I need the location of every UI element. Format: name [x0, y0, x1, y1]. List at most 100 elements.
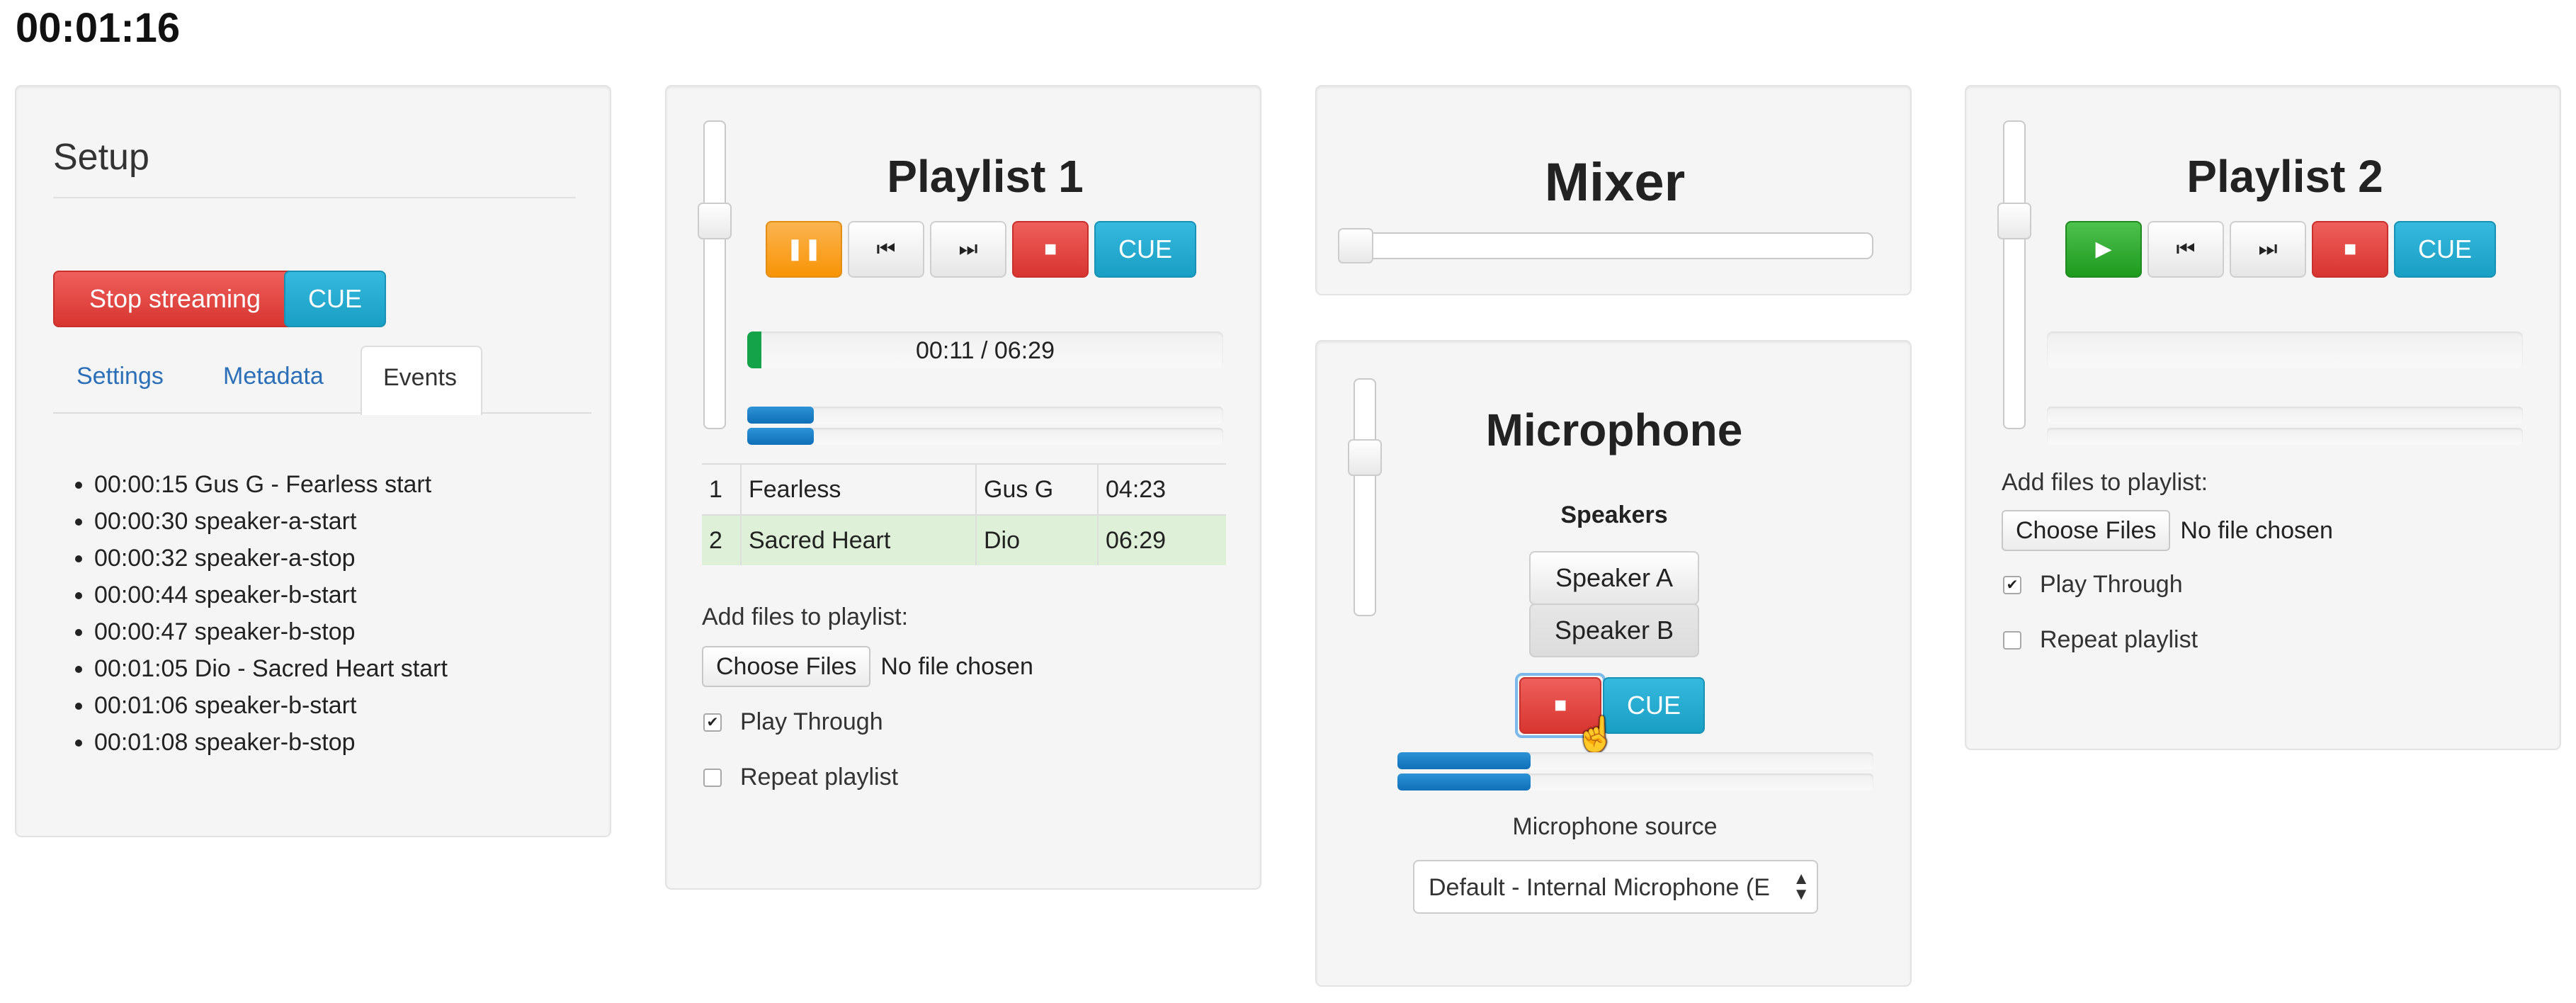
playlist-2-repeat-option[interactable]: Repeat playlist — [2003, 626, 2198, 654]
level-meter-fill — [747, 407, 815, 424]
playlist-1-panel: Playlist 1 ❚❚ ⏮ ⏭ ■ CUE 00:11 / 06:29 1 … — [665, 85, 1261, 890]
repeat-playlist-checkbox[interactable] — [703, 768, 722, 787]
playlist-2-panel: Playlist 2 ▶ ⏮ ⏭ ■ CUE Add files to play… — [1965, 85, 2561, 750]
playlist-2-stop-button[interactable]: ■ — [2312, 221, 2388, 278]
playlist-1-file-picker: Choose Files No file chosen — [702, 646, 1033, 687]
playlist-1-stop-button[interactable]: ■ — [1012, 221, 1089, 278]
event-item: 00:00:32 speaker-a-stop — [94, 540, 448, 577]
stop-icon: ■ — [1043, 237, 1057, 261]
tabs-baseline — [53, 412, 591, 414]
tab-events-label: Events — [383, 364, 457, 391]
stop-icon: ■ — [2343, 237, 2357, 261]
play-through-label: Play Through — [740, 708, 883, 735]
events-list: 00:00:15 Gus G - Fearless start 00:00:30… — [16, 466, 448, 761]
playlist-1-cue-button[interactable]: CUE — [1094, 221, 1196, 278]
playlist-2-cue-button[interactable]: CUE — [2394, 221, 2496, 278]
track-duration: 06:29 — [1097, 515, 1226, 565]
repeat-playlist-checkbox[interactable] — [2003, 630, 2021, 650]
playlist-1-track-table: 1 Fearless Gus G 04:23 2 Sacred Heart Di… — [702, 463, 1226, 565]
track-title: Fearless — [740, 464, 976, 515]
microphone-volume-slider[interactable] — [1348, 378, 1382, 616]
microphone-cue-label: CUE — [1626, 691, 1681, 720]
event-item: 00:01:05 Dio - Sacred Heart start — [94, 650, 448, 687]
setup-title: Setup — [53, 137, 149, 178]
playlist-1-title: Playlist 1 — [887, 151, 1084, 202]
speaker-b-label: Speaker B — [1554, 616, 1674, 645]
mixer-title: Mixer — [1544, 152, 1686, 212]
track-number: 2 — [709, 526, 722, 554]
mixer-panel: Mixer — [1315, 85, 1912, 295]
playlist-2-choose-files-button[interactable]: Choose Files — [2002, 510, 2171, 551]
speaker-b-button[interactable]: Speaker B — [1529, 604, 1699, 657]
playlist-1-play-through-option[interactable]: ✔ Play Through — [703, 708, 883, 736]
level-meter-fill — [747, 428, 815, 445]
playlist-2-no-file-text: No file chosen — [2180, 516, 2333, 544]
track-title: Sacred Heart — [740, 515, 976, 565]
playlist-2-play-button[interactable]: ▶ — [2065, 221, 2142, 278]
microphone-source-label: Microphone source — [1512, 813, 1718, 840]
playlist-2-level-meter-right — [2047, 428, 2523, 445]
microphone-volume-handle[interactable] — [1348, 439, 1382, 476]
microphone-source-select[interactable]: Default - Internal Microphone (E ▲ ▼ — [1413, 860, 1818, 914]
playlist-1-cue-label: CUE — [1118, 234, 1172, 264]
playlist-1-volume-slider[interactable] — [698, 120, 732, 429]
mixer-crossfader[interactable] — [1338, 228, 1873, 264]
stop-streaming-button[interactable]: Stop streaming — [53, 271, 297, 327]
mixer-crossfader-handle[interactable] — [1338, 228, 1373, 264]
playlist-1-volume-handle[interactable] — [698, 203, 732, 239]
skip-forward-icon: ⏭ — [2258, 237, 2278, 261]
playlist-2-previous-button[interactable]: ⏮ — [2147, 221, 2224, 278]
playlist-1-repeat-option[interactable]: Repeat playlist — [703, 764, 898, 791]
playlist-1-previous-button[interactable]: ⏮ — [848, 221, 924, 278]
microphone-cue-button[interactable]: CUE — [1603, 677, 1705, 734]
playlist-2-level-meter-left — [2047, 407, 2523, 424]
track-duration: 04:23 — [1097, 464, 1226, 515]
speaker-a-label: Speaker A — [1555, 563, 1674, 592]
tab-events[interactable]: Events — [361, 346, 482, 415]
speakers-label: Speakers — [1560, 502, 1668, 528]
playlist-2-cue-label: CUE — [2417, 234, 2472, 264]
microphone-source-value: Default - Internal Microphone (E — [1429, 874, 1770, 901]
level-meter-fill — [1397, 774, 1531, 790]
play-through-checkbox[interactable]: ✔ — [2003, 575, 2021, 594]
tab-settings[interactable]: Settings — [76, 363, 164, 390]
playlist-1-progress-bar[interactable]: 00:11 / 06:29 — [747, 332, 1223, 368]
event-item: 00:00:44 speaker-b-start — [94, 577, 448, 613]
playlist-2-volume-handle[interactable] — [1997, 203, 2031, 239]
table-row[interactable]: 2 Sacred Heart Dio 06:29 — [702, 515, 1226, 565]
microphone-level-meter-left — [1397, 752, 1873, 769]
playlist-2-play-through-option[interactable]: ✔ Play Through — [2003, 571, 2183, 599]
playlist-1-no-file-text: No file chosen — [880, 652, 1033, 680]
tab-metadata[interactable]: Metadata — [223, 363, 324, 390]
event-item: 00:00:30 speaker-a-start — [94, 503, 448, 540]
setup-cue-button[interactable]: CUE — [284, 271, 386, 327]
table-row[interactable]: 1 Fearless Gus G 04:23 — [702, 464, 1226, 515]
playlist-1-level-meter-left — [747, 407, 1223, 424]
elapsed-clock: 00:01:16 — [16, 5, 181, 51]
repeat-playlist-label: Repeat playlist — [2040, 626, 2198, 653]
playlist-1-next-button[interactable]: ⏭ — [930, 221, 1006, 278]
playlist-1-choose-files-button[interactable]: Choose Files — [702, 646, 871, 687]
playlist-1-pause-button[interactable]: ❚❚ — [766, 221, 842, 278]
skip-back-icon: ⏮ — [876, 237, 896, 261]
event-item: 00:01:06 speaker-b-start — [94, 687, 448, 724]
event-item: 00:01:08 speaker-b-stop — [94, 724, 448, 761]
playlist-2-add-files-label: Add files to playlist: — [2002, 469, 2208, 496]
microphone-title: Microphone — [1485, 404, 1743, 455]
playlist-2-progress-bar[interactable] — [2047, 332, 2523, 368]
play-icon: ▶ — [2095, 237, 2112, 261]
playlist-2-next-button[interactable]: ⏭ — [2230, 221, 2306, 278]
setup-panel: Setup Stop streaming CUE Settings Metada… — [15, 85, 611, 837]
playlist-2-volume-slider[interactable] — [1997, 120, 2031, 429]
repeat-playlist-label: Repeat playlist — [740, 764, 899, 790]
playlist-1-time: 00:11 / 06:29 — [916, 337, 1055, 364]
select-arrows-icon: ▲ ▼ — [1793, 869, 1810, 904]
setup-cue-label: CUE — [307, 284, 362, 313]
hand-cursor-icon: ☝ — [1574, 716, 1617, 754]
skip-forward-icon: ⏭ — [958, 237, 978, 261]
speaker-a-button[interactable]: Speaker A — [1529, 551, 1699, 605]
play-through-checkbox[interactable]: ✔ — [703, 713, 722, 732]
play-through-label: Play Through — [2040, 571, 2183, 598]
stop-streaming-label: Stop streaming — [89, 284, 261, 313]
pause-icon: ❚❚ — [785, 237, 822, 261]
